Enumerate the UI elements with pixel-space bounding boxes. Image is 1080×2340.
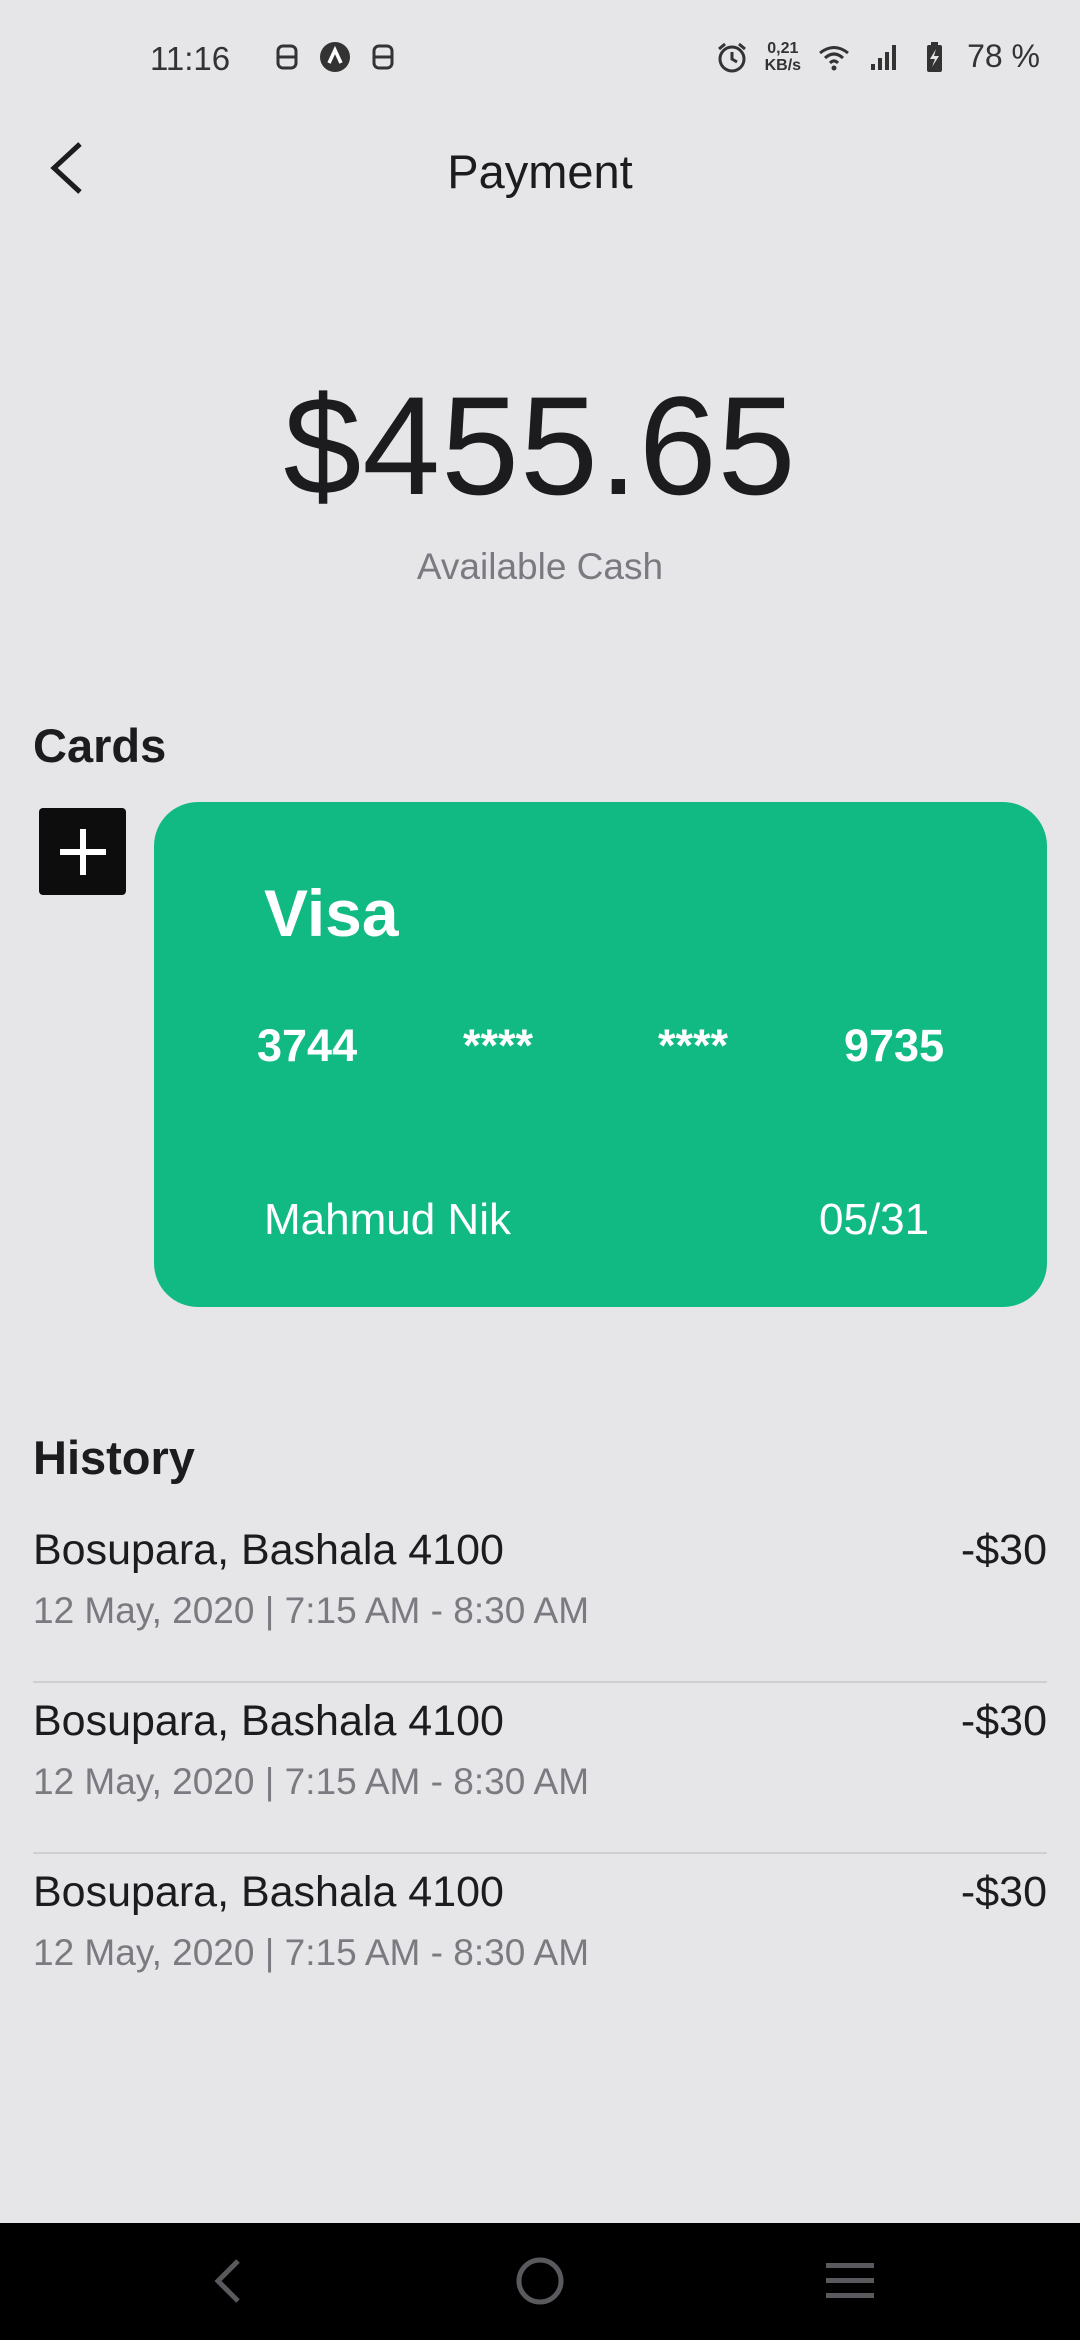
back-icon <box>214 2259 240 2303</box>
status-notification-icons <box>270 40 400 74</box>
menu-icon <box>826 2263 874 2298</box>
card-number-group-1: 3744 <box>257 1020 358 1071</box>
app-a-icon <box>320 42 350 72</box>
history-item[interactable]: Bosupara, Bashala 4100 12 May, 2020 | 7:… <box>33 1512 1047 1683</box>
notification-icon <box>372 44 394 70</box>
header: Payment <box>0 120 1080 220</box>
balance-label: Available Cash <box>416 546 664 587</box>
history-amount: -$30 <box>960 1526 1047 1574</box>
history-amount: -$30 <box>960 1868 1047 1916</box>
history-time: 12 May, 2020 | 7:15 AM - 8:30 AM <box>33 1590 590 1631</box>
payment-card[interactable]: Visa 3744 **** **** 9735 Mahmud Nik 05/3… <box>154 802 1047 1307</box>
balance-amount: $455.65 <box>283 367 797 524</box>
status-time: 11:16 <box>150 40 231 77</box>
history-time: 12 May, 2020 | 7:15 AM - 8:30 AM <box>33 1761 590 1802</box>
card-number-group-2: **** <box>463 1020 534 1071</box>
history-amount: -$30 <box>960 1697 1047 1745</box>
alarm-icon <box>717 42 746 72</box>
home-icon <box>516 2257 564 2305</box>
history-item[interactable]: Bosupara, Bashala 4100 12 May, 2020 | 7:… <box>33 1683 1047 1854</box>
card-expiry: 05/31 <box>819 1195 930 1244</box>
history-item[interactable]: Bosupara, Bashala 4100 12 May, 2020 | 7:… <box>33 1854 1047 2025</box>
signal-icon <box>871 44 897 70</box>
cards-section-title: Cards <box>33 719 167 772</box>
status-bar: 11:16 0,21 KB/s 78 % <box>0 0 1080 120</box>
history-place: Bosupara, Bashala 4100 <box>33 1868 504 1916</box>
history-place: Bosupara, Bashala 4100 <box>33 1697 504 1745</box>
card-holder-name: Mahmud Nik <box>264 1195 511 1244</box>
history-list: Bosupara, Bashala 4100 12 May, 2020 | 7:… <box>33 1512 1047 2025</box>
wifi-icon <box>819 45 849 70</box>
page-title: Payment <box>447 145 633 198</box>
battery-charging-icon <box>927 41 943 72</box>
card-number-group-3: **** <box>658 1020 729 1071</box>
network-speed-unit: KB/s <box>764 56 802 74</box>
battery-level: 78 % <box>967 38 1040 74</box>
nav-home-button[interactable] <box>504 2245 576 2317</box>
status-right: 0,21 KB/s 78 % <box>715 38 1040 75</box>
nav-menu-button[interactable] <box>814 2245 886 2317</box>
card-number-group-4: 9735 <box>844 1020 945 1071</box>
history-place: Bosupara, Bashala 4100 <box>33 1526 504 1574</box>
network-speed: 0,21 KB/s <box>765 40 801 74</box>
nav-back-button[interactable] <box>192 2245 264 2317</box>
notification-icon <box>276 44 298 70</box>
history-time: 12 May, 2020 | 7:15 AM - 8:30 AM <box>33 1932 590 1973</box>
plus-icon <box>59 828 106 875</box>
add-card-button[interactable] <box>39 808 126 895</box>
system-nav-bar <box>0 2223 1080 2340</box>
card-brand: Visa <box>264 876 399 950</box>
history-section-title: History <box>33 1431 195 1484</box>
network-speed-value: 0,21 <box>767 39 799 57</box>
